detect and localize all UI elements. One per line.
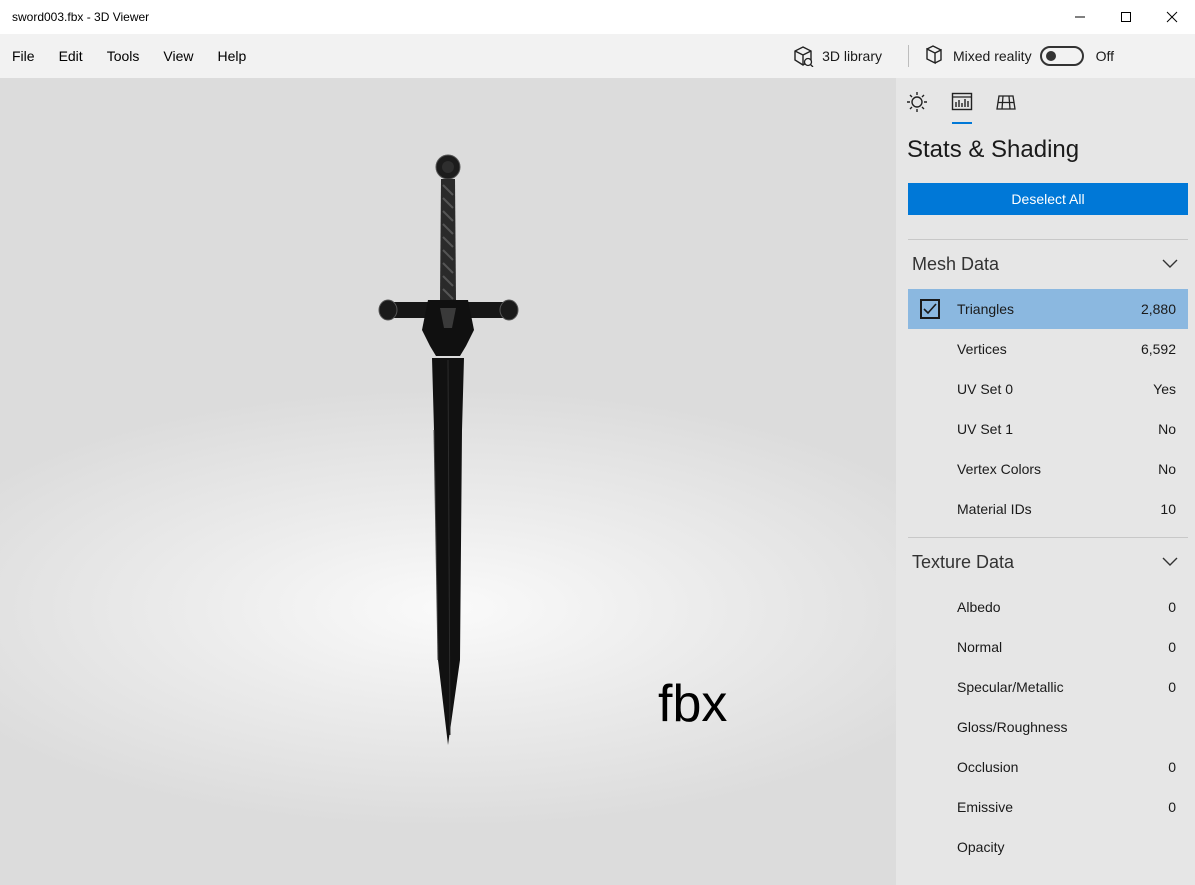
row-value: No (1158, 461, 1176, 477)
texture-row-normal[interactable]: Normal 0 (908, 627, 1188, 667)
mesh-row-vertex-colors[interactable]: Vertex Colors No (908, 449, 1188, 489)
3d-viewport[interactable]: fbx (0, 78, 896, 885)
row-value: 10 (1160, 501, 1176, 517)
3d-library-label: 3D library (822, 48, 882, 64)
menu-bar: File Edit Tools View Help 3D library Mix… (0, 34, 1195, 78)
toggle-knob (1045, 51, 1056, 61)
sun-icon (907, 92, 927, 112)
texture-row-gloss-roughness[interactable]: Gloss/Roughness (908, 707, 1188, 747)
mixed-reality-icon (926, 45, 942, 65)
panel-title: Stats & Shading (907, 136, 1080, 163)
deselect-all-button[interactable]: Deselect All (908, 183, 1188, 215)
row-name: Emissive (957, 799, 1014, 815)
grid-icon (996, 95, 1016, 110)
minimize-icon (1075, 16, 1085, 18)
section-divider (908, 239, 1188, 240)
row-name: Albedo (957, 599, 1001, 615)
texture-data-header[interactable]: Texture Data (912, 550, 1188, 574)
3d-library-button[interactable]: 3D library (792, 34, 896, 78)
menu-file[interactable]: File (0, 34, 47, 78)
mesh-row-material-ids[interactable]: Material IDs 10 (908, 489, 1188, 529)
tab-lighting[interactable] (905, 90, 929, 114)
row-value: 6,592 (1140, 341, 1176, 357)
file-type-label: fbx (658, 675, 728, 733)
texture-data-label: Texture Data (912, 551, 1015, 572)
row-name: Vertices (957, 341, 1007, 357)
texture-row-albedo[interactable]: Albedo 0 (908, 587, 1188, 627)
minimize-button[interactable] (1057, 0, 1103, 34)
maximize-icon (1121, 12, 1131, 22)
row-value: 0 (1168, 679, 1176, 695)
row-name: Occlusion (957, 759, 1019, 775)
chevron-down-icon (1162, 259, 1178, 268)
texture-row-occlusion[interactable]: Occlusion 0 (908, 747, 1188, 787)
tab-stats[interactable] (950, 90, 974, 124)
stats-panel: Stats & Shading Deselect All Mesh Data T… (896, 78, 1195, 885)
section-divider (908, 537, 1188, 538)
mixed-reality-toggle[interactable] (1039, 46, 1084, 66)
menu-edit[interactable]: Edit (47, 34, 95, 78)
row-value: 0 (1168, 599, 1176, 615)
sword-model[interactable] (370, 150, 530, 750)
texture-row-emissive[interactable]: Emissive 0 (908, 787, 1188, 827)
row-name: Specular/Metallic (957, 679, 1064, 695)
cube-icon (794, 46, 814, 67)
row-name: Normal (957, 639, 1003, 655)
checkmark-icon (923, 303, 937, 315)
mesh-row-triangles[interactable]: Triangles 2,880 (908, 289, 1188, 329)
close-button[interactable] (1149, 0, 1195, 34)
stats-icon (951, 92, 973, 111)
mixed-reality-state: Off (1095, 48, 1114, 64)
mesh-row-uvset0[interactable]: UV Set 0 Yes (908, 369, 1188, 409)
row-value: 2,880 (1140, 301, 1176, 317)
chevron-down-icon (1162, 557, 1178, 566)
row-name: Material IDs (957, 501, 1032, 517)
menu-divider (907, 45, 909, 67)
menu-tools[interactable]: Tools (95, 34, 152, 78)
row-name: UV Set 0 (957, 381, 1014, 397)
checkbox[interactable] (920, 299, 940, 319)
row-value: 0 (1168, 799, 1176, 815)
mesh-row-uvset1[interactable]: UV Set 1 No (908, 409, 1188, 449)
maximize-button[interactable] (1103, 0, 1149, 34)
mesh-row-vertices[interactable]: Vertices 6,592 (908, 329, 1188, 369)
window-controls (1057, 0, 1195, 34)
row-value: No (1158, 421, 1176, 437)
close-icon (1166, 11, 1178, 23)
mixed-reality-group: Mixed reality Off (923, 45, 1195, 67)
menu-help[interactable]: Help (205, 34, 258, 78)
row-name: Opacity (957, 839, 1005, 855)
row-value: 0 (1168, 639, 1176, 655)
row-value: Yes (1153, 381, 1176, 397)
texture-row-opacity[interactable]: Opacity (908, 827, 1188, 867)
title-bar: sword003.fbx - 3D Viewer (0, 0, 1195, 34)
tab-grid[interactable] (994, 90, 1018, 114)
row-name: Triangles (957, 301, 1015, 317)
row-name: Vertex Colors (957, 461, 1042, 477)
row-name: Gloss/Roughness (957, 719, 1068, 735)
texture-row-specular-metallic[interactable]: Specular/Metallic 0 (908, 667, 1188, 707)
window-title: sword003.fbx - 3D Viewer (12, 10, 150, 24)
mesh-data-header[interactable]: Mesh Data (912, 252, 1188, 276)
menu-view[interactable]: View (151, 34, 205, 78)
row-value: 0 (1168, 759, 1176, 775)
row-name: UV Set 1 (957, 421, 1014, 437)
mesh-data-label: Mesh Data (912, 253, 1000, 274)
panel-tabs (896, 78, 1195, 126)
mixed-reality-label: Mixed reality (952, 48, 1032, 64)
